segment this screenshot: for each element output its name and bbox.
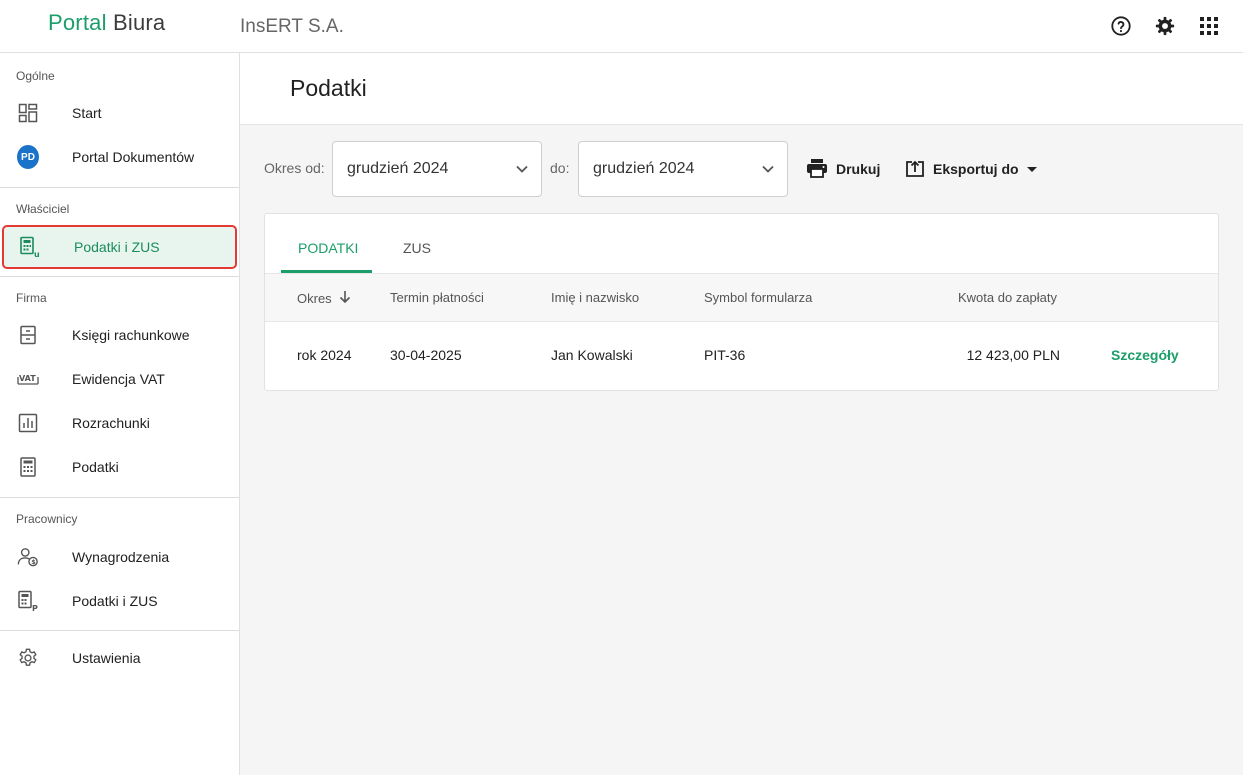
tab-podatki[interactable]: PODATKI: [298, 240, 358, 256]
page-title: Podatki: [290, 75, 367, 101]
sidebar-item-label: Portal Dokumentów: [72, 149, 195, 165]
sidebar-item-ewidencja-vat[interactable]: VAT Ewidencja VAT: [0, 357, 239, 401]
divider: [0, 630, 239, 631]
logo-biura: Biura: [112, 10, 166, 35]
ledger-icon: [17, 324, 39, 346]
print-button[interactable]: Drukuj: [806, 156, 880, 182]
section-label-pracownicy: Pracownicy: [16, 512, 78, 526]
period-to-label: do:: [550, 160, 570, 176]
sidebar-item-portal-dokumentow[interactable]: PD Portal Dokumentów: [0, 135, 239, 179]
chevron-down-icon: [761, 162, 775, 181]
export-icon: [905, 158, 925, 181]
sidebar-item-podatki-i-zus-owner[interactable]: u Podatki i ZUS: [2, 225, 237, 269]
gear-icon: [17, 647, 39, 669]
section-label-wlasciciel: Właściciel: [16, 202, 70, 216]
sidebar-item-ksiegi-rachunkowe[interactable]: Księgi rachunkowe: [0, 313, 239, 357]
printer-icon: [806, 158, 828, 181]
svg-text:u: u: [34, 250, 40, 258]
sidebar-item-ustawienia[interactable]: Ustawienia: [0, 636, 239, 680]
column-header-kwota[interactable]: Kwota do zapłaty: [958, 290, 1057, 305]
section-label-firma: Firma: [16, 291, 47, 305]
divider: [0, 497, 239, 498]
calculator-u-icon: u: [19, 236, 41, 258]
cell-kwota: 12 423,00 PLN: [966, 347, 1060, 363]
sidebar: Ogólne Start PD Portal Dokumentów Właści…: [0, 53, 240, 775]
sidebar-item-label: Wynagrodzenia: [72, 549, 170, 565]
svg-text:$: $: [31, 558, 36, 566]
print-label: Drukuj: [836, 161, 881, 177]
sidebar-item-label: Podatki: [72, 459, 119, 475]
divider: [0, 187, 239, 188]
svg-text:VAT: VAT: [19, 374, 36, 383]
chevron-down-icon: [515, 162, 529, 181]
details-link[interactable]: Szczegóły: [1111, 347, 1179, 363]
company-name: InsERT S.A.: [240, 16, 344, 37]
divider: [0, 276, 239, 277]
sort-arrow-down-icon: [338, 290, 352, 307]
sidebar-item-label: Podatki i ZUS: [74, 239, 160, 255]
sidebar-item-label: Start: [72, 105, 102, 121]
caret-down-icon: [1026, 161, 1037, 177]
export-dropdown-button[interactable]: Eksportuj do: [905, 156, 1037, 182]
cell-osoba: Jan Kowalski: [551, 347, 633, 363]
period-from-label: Okres od:: [264, 160, 325, 176]
cell-okres: rok 2024: [297, 347, 352, 363]
cell-symbol: PIT-36: [704, 347, 746, 363]
apps-grid-icon[interactable]: [1197, 14, 1221, 38]
column-header-termin[interactable]: Termin płatności: [390, 290, 484, 305]
calculator-p-icon: P: [17, 590, 39, 612]
sidebar-item-label: Księgi rachunkowe: [72, 327, 190, 343]
period-to-select[interactable]: grudzień 2024: [578, 141, 788, 197]
sidebar-item-label: Ustawienia: [72, 650, 141, 666]
sidebar-item-rozrachunki[interactable]: Rozrachunki: [0, 401, 239, 445]
sidebar-item-start[interactable]: Start: [0, 91, 239, 135]
sidebar-item-podatki-i-zus-employees[interactable]: P Podatki i ZUS: [0, 579, 239, 623]
pd-badge-icon: PD: [17, 145, 39, 169]
cell-termin: 30-04-2025: [390, 347, 462, 363]
period-from-value: grudzień 2024: [347, 160, 449, 177]
column-header-imie-nazwisko[interactable]: Imię i nazwisko: [551, 290, 639, 305]
help-icon[interactable]: [1109, 14, 1133, 38]
logo-portal: Portal: [48, 10, 107, 35]
sidebar-item-podatki[interactable]: Podatki: [0, 445, 239, 489]
sidebar-item-label: Rozrachunki: [72, 415, 150, 431]
sidebar-item-wynagrodzenia[interactable]: $ Wynagrodzenia: [0, 535, 239, 579]
calculator-icon: [17, 456, 39, 478]
tab-zus[interactable]: ZUS: [403, 240, 431, 256]
bar-chart-icon: [17, 412, 39, 434]
sidebar-item-label: Podatki i ZUS: [72, 593, 158, 609]
page-header: Podatki: [240, 53, 1243, 125]
period-from-select[interactable]: grudzień 2024: [332, 141, 542, 197]
table-header: Okres Termin płatności Imię i nazwisko S…: [265, 273, 1218, 322]
column-header-symbol[interactable]: Symbol formularza: [704, 290, 812, 305]
top-bar: Portal Biura InsERT S.A.: [0, 0, 1243, 53]
svg-text:P: P: [32, 604, 38, 612]
vat-icon: VAT: [17, 368, 39, 390]
app-logo[interactable]: Portal Biura: [48, 10, 165, 36]
column-header-okres[interactable]: Okres: [297, 290, 352, 307]
taxes-card: PODATKI ZUS Okres Termin płatności Imię …: [264, 213, 1219, 391]
section-label-ogolne: Ogólne: [16, 69, 55, 83]
export-label: Eksportuj do: [933, 161, 1019, 177]
person-money-icon: $: [17, 546, 39, 568]
dashboard-icon: [17, 102, 39, 124]
period-to-value: grudzień 2024: [593, 160, 695, 177]
sidebar-item-label: Ewidencja VAT: [72, 371, 165, 387]
settings-gear-icon[interactable]: [1153, 14, 1177, 38]
